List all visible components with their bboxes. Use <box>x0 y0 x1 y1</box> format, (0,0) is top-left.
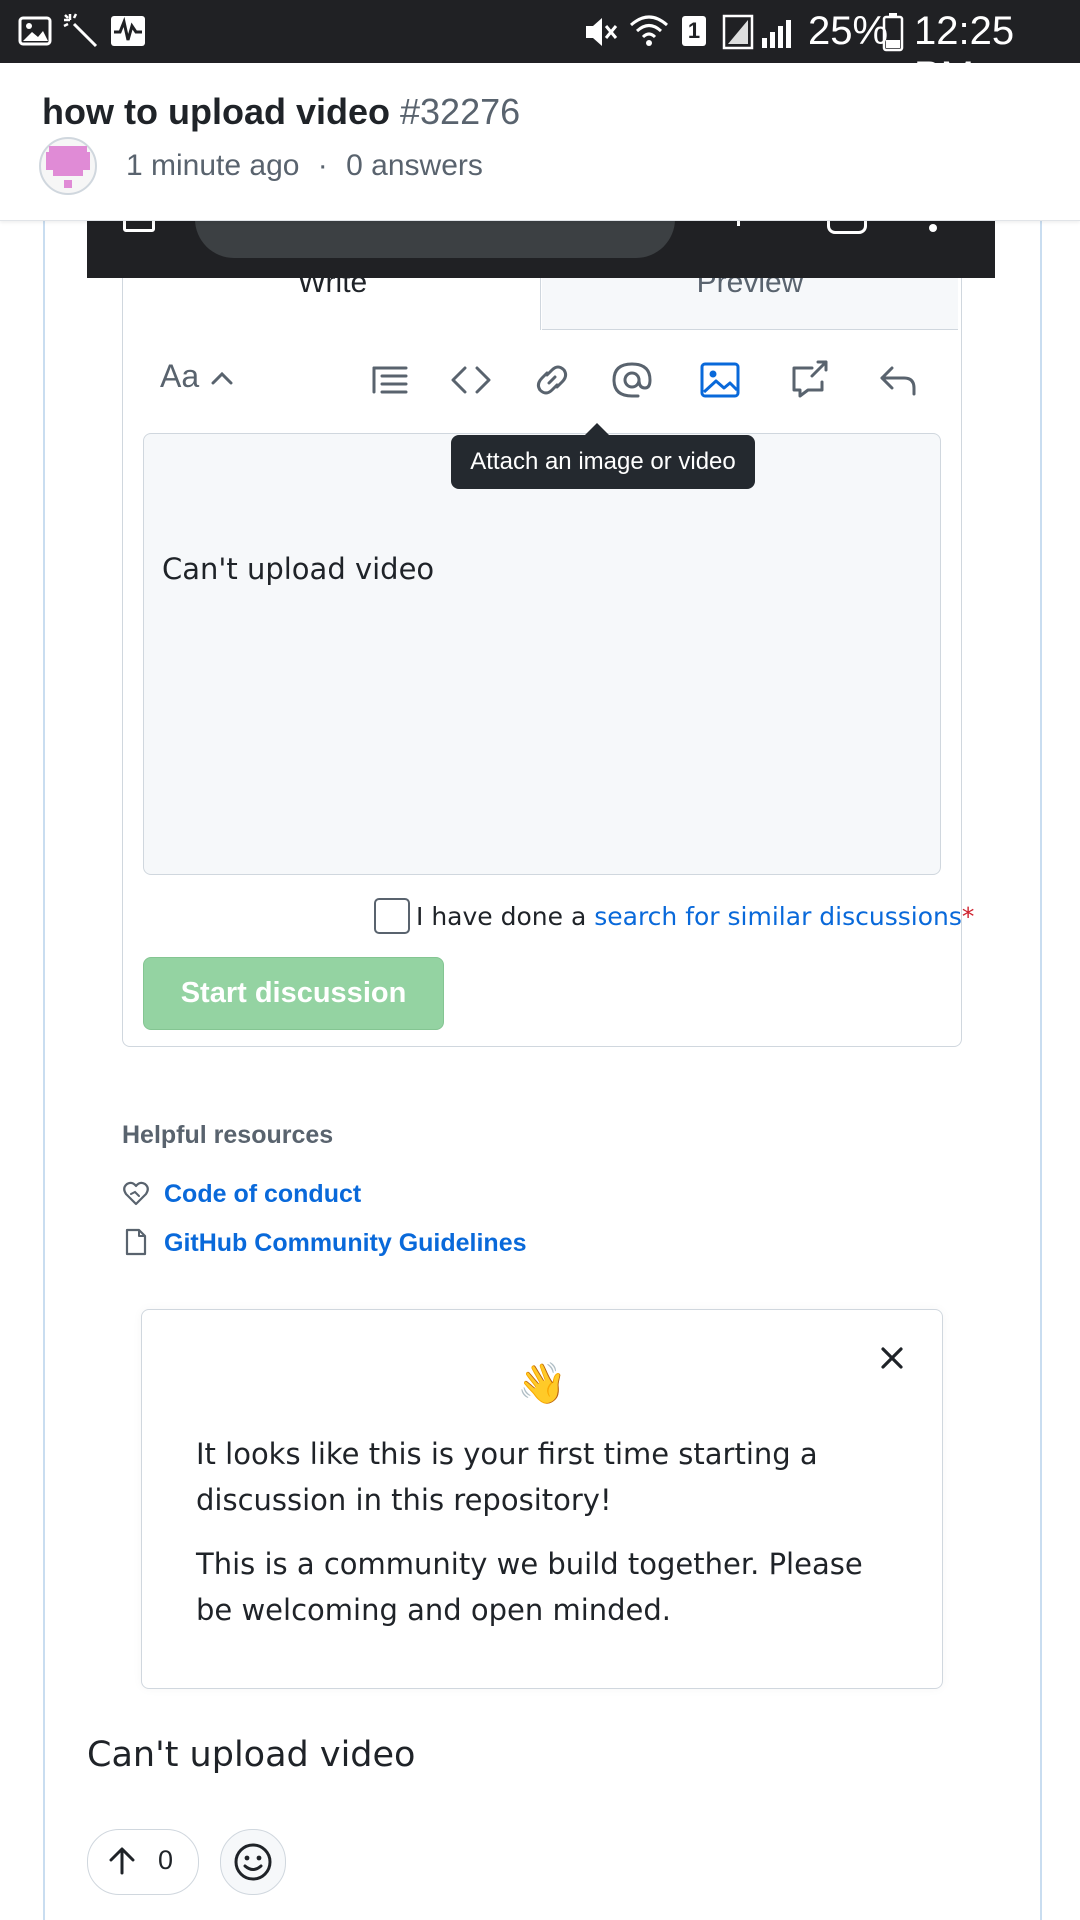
discussion-body-textarea[interactable]: Can't upload video <box>143 433 941 875</box>
status-bar: 1 25% 12:25 PM <box>0 0 1080 98</box>
code-icon[interactable] <box>447 356 495 404</box>
discussion-meta: 1 minute ago · 0 answers <box>126 149 483 183</box>
helpful-resources-title: Helpful resources <box>122 1121 334 1149</box>
required-mark: * <box>961 902 975 931</box>
url-bar[interactable] <box>195 220 675 258</box>
answers-count: 0 answers <box>346 149 483 182</box>
tab-preview[interactable]: Preview <box>542 278 958 330</box>
arrow-up-icon <box>109 1847 135 1875</box>
discussion-number: #32276 <box>400 91 521 132</box>
cross-reference-icon[interactable] <box>786 356 834 404</box>
signal-icon <box>722 14 791 50</box>
gallery-icon <box>18 16 52 46</box>
link-icon[interactable] <box>528 356 576 404</box>
tab-write[interactable]: Write <box>125 278 541 330</box>
browser-toolbar <box>87 220 995 278</box>
community-guidelines-link[interactable]: GitHub Community Guidelines <box>164 1229 527 1258</box>
post-body: Can't upload video <box>87 1735 416 1775</box>
activity-icon <box>111 16 145 46</box>
tabs-icon[interactable] <box>123 220 155 232</box>
sim-slot-badge: 1 <box>682 16 706 46</box>
notice-community-text: This is a community we build together. P… <box>196 1547 863 1627</box>
add-reaction-button[interactable] <box>220 1829 286 1895</box>
mention-icon[interactable] <box>608 356 656 404</box>
textarea-value: Can't upload video <box>162 552 435 586</box>
file-icon <box>125 1228 147 1256</box>
magic-wand-icon <box>63 13 98 48</box>
editor-tabs: Write Preview <box>125 278 958 330</box>
upvote-button[interactable]: 0 <box>87 1829 199 1895</box>
upvote-count: 0 <box>158 1845 174 1875</box>
wave-emoji-icon: 👋 <box>517 1361 567 1407</box>
list-icon[interactable] <box>366 356 414 404</box>
meta-separator: · <box>317 149 328 182</box>
discussion-header: how to upload video #32276 1 minute ago … <box>0 63 1080 221</box>
mute-icon <box>586 18 618 46</box>
text-style-button[interactable]: Aa <box>160 358 199 395</box>
battery-percent: 25% <box>808 9 889 53</box>
checkbox-label-text: I have done a <box>416 902 595 931</box>
chevron-up-icon[interactable] <box>208 364 236 392</box>
avatar[interactable] <box>38 136 98 196</box>
attach-tooltip: Attach an image or video <box>451 423 755 489</box>
similar-discussions-checkbox[interactable] <box>374 898 410 934</box>
code-of-conduct-link[interactable]: Code of conduct <box>164 1180 361 1209</box>
code-of-conduct-icon <box>123 1181 149 1206</box>
checkbox-label: I have done a search for similar discuss… <box>416 902 974 931</box>
battery-icon <box>882 13 904 52</box>
smiley-icon <box>234 1843 272 1881</box>
start-discussion-button[interactable]: Start discussion <box>143 957 444 1030</box>
image-icon[interactable] <box>696 356 744 404</box>
first-time-notice: 👋 It looks like this is your first time … <box>141 1309 943 1689</box>
discussion-title: how to upload video <box>42 91 390 132</box>
search-similar-link[interactable]: search for similar discussions <box>594 902 962 931</box>
reply-icon[interactable] <box>874 356 922 404</box>
close-icon[interactable] <box>878 1344 906 1372</box>
text-style-label: Aa <box>160 358 200 394</box>
wifi-icon <box>630 15 668 46</box>
more-menu-icon[interactable] <box>929 224 937 232</box>
screenshot-icon[interactable] <box>827 220 867 234</box>
page-title[interactable]: how to upload video #32276 <box>42 91 520 133</box>
notice-first-time-text: It looks like this is your first time st… <box>196 1437 818 1517</box>
time-ago: 1 minute ago <box>126 149 300 182</box>
